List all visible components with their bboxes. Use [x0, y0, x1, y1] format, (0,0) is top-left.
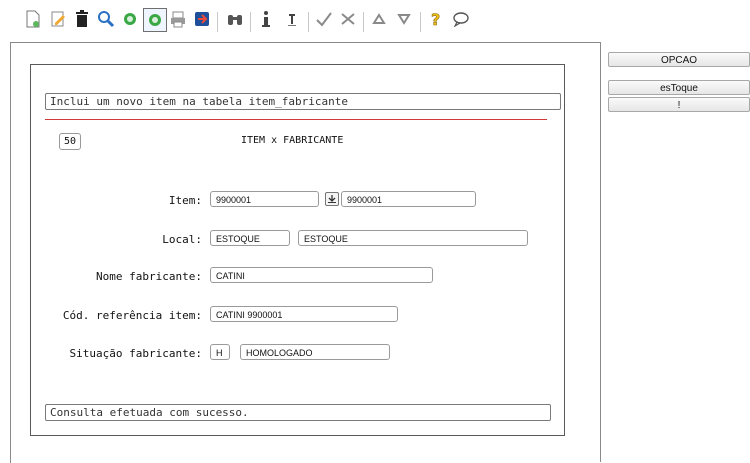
- print-icon[interactable]: [167, 8, 189, 30]
- info-alt-icon[interactable]: [281, 8, 303, 30]
- toolbar-separator: [250, 12, 251, 32]
- cod-referencia-label: Cód. referência item:: [62, 309, 202, 322]
- toolbar-separator: [308, 12, 309, 32]
- svg-text:?: ?: [431, 10, 440, 28]
- workspace-divider: [600, 42, 601, 462]
- cod-referencia-input[interactable]: CATINI 9900001: [210, 306, 398, 322]
- opcao-button[interactable]: OPCAO: [608, 52, 750, 67]
- speech-bubble-icon[interactable]: [450, 8, 472, 30]
- toolbar-separator: [420, 12, 421, 32]
- toolbar: ?: [0, 8, 600, 40]
- toolbar-separator: [363, 12, 364, 32]
- check-icon[interactable]: [313, 8, 335, 30]
- cancel-x-icon[interactable]: [337, 8, 359, 30]
- arrow-up-icon[interactable]: [368, 8, 390, 30]
- help-question-icon[interactable]: ?: [426, 8, 448, 30]
- nome-fabricante-label: Nome fabricante:: [96, 270, 202, 283]
- edit-pencil-icon[interactable]: [47, 8, 69, 30]
- new-document-icon[interactable]: [22, 8, 44, 30]
- local-description-field[interactable]: ESTOQUE: [298, 230, 528, 246]
- arrow-down-icon[interactable]: [393, 8, 415, 30]
- header-divider: [45, 119, 547, 120]
- situacao-description-field[interactable]: HOMOLOGADO: [240, 344, 390, 360]
- circle-green-icon[interactable]: [119, 8, 141, 30]
- binoculars-icon[interactable]: [224, 8, 246, 30]
- situacao-code-input[interactable]: H: [210, 344, 230, 360]
- circle-green-framed-icon[interactable]: [143, 8, 167, 32]
- situacao-label: Situação fabricante:: [69, 347, 202, 360]
- local-label: Local:: [162, 233, 202, 246]
- top-message-field[interactable]: Inclui um novo item na tabela item_fabri…: [45, 93, 561, 110]
- toolbar-separator: [217, 12, 218, 32]
- status-message-field[interactable]: Consulta efetuada com sucesso.: [45, 404, 551, 421]
- item-input[interactable]: 9900001: [210, 191, 319, 207]
- nome-fabricante-input[interactable]: CATINI: [210, 267, 433, 283]
- item-description-field[interactable]: 9900001: [341, 191, 476, 207]
- delete-trash-icon[interactable]: [71, 8, 93, 30]
- form-title: ITEM x FABRICANTE: [241, 135, 344, 146]
- item-lookup-icon[interactable]: [325, 192, 339, 206]
- search-magnifier-icon[interactable]: [95, 8, 117, 30]
- local-input[interactable]: ESTOQUE: [210, 230, 290, 246]
- exclaim-button[interactable]: !: [608, 97, 750, 112]
- estoque-button[interactable]: esToque: [608, 80, 750, 95]
- item-fabricante-form: Inclui um novo item na tabela item_fabri…: [30, 64, 565, 436]
- item-label: Item:: [168, 194, 202, 207]
- screen-code-badge: 50: [59, 133, 81, 150]
- exit-icon[interactable]: [191, 8, 213, 30]
- info-icon[interactable]: [255, 8, 277, 30]
